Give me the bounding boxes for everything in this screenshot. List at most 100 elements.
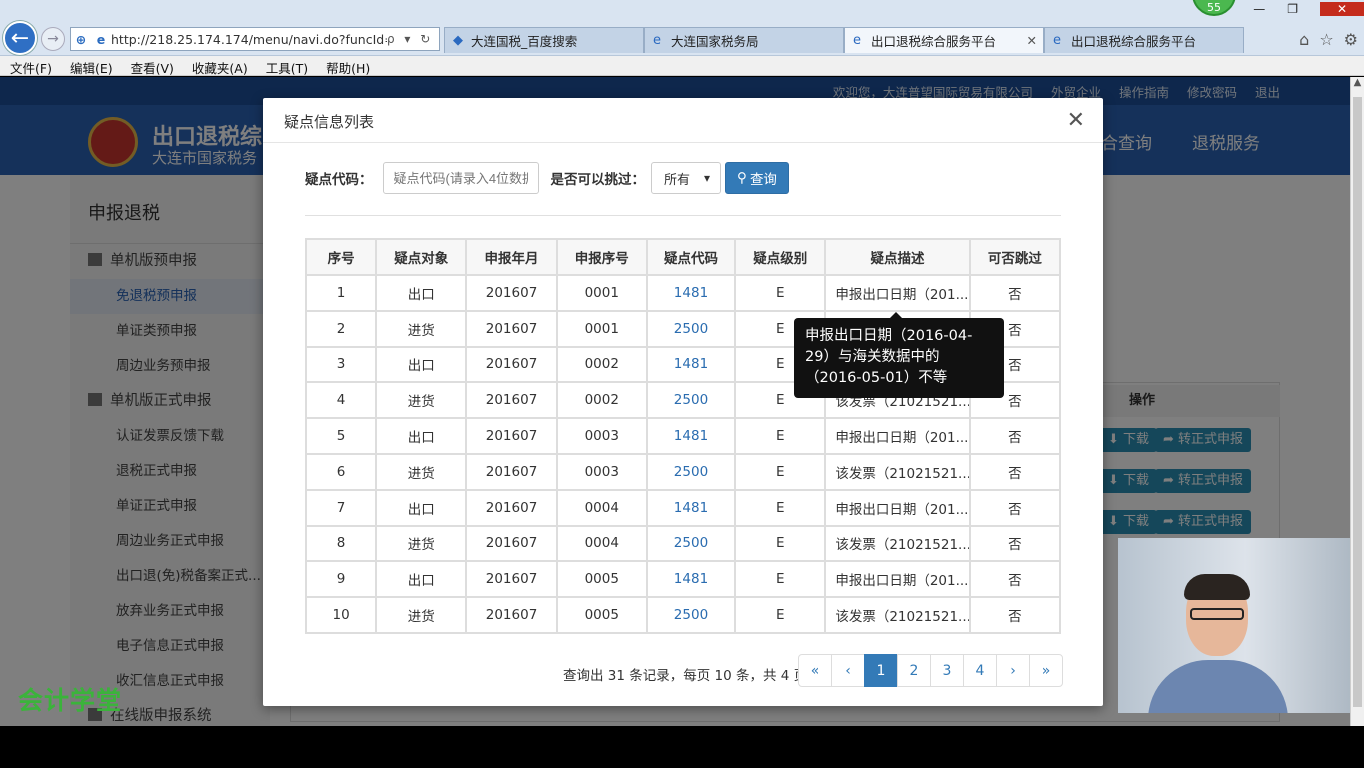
favorites-star-icon[interactable]: ☆ xyxy=(1319,30,1333,49)
suspect-level: E xyxy=(734,452,827,491)
declare-seq: 0005 xyxy=(555,596,648,634)
row-index: 7 xyxy=(304,488,378,527)
query-button[interactable]: ⚲ 查询 xyxy=(725,162,789,194)
menu-tools[interactable]: 工具(T) xyxy=(256,56,316,76)
skip-select-value: 所有 xyxy=(664,172,691,188)
page-scrollbar[interactable]: ▲ xyxy=(1350,77,1364,726)
browser-menu-bar: 文件(F) 编辑(E) 查看(V) 收藏夹(A) 工具(T) 帮助(H) xyxy=(0,56,1364,76)
suspect-code-link[interactable]: 2500 xyxy=(645,452,737,491)
declare-seq: 0004 xyxy=(555,524,648,563)
column-header: 序号 xyxy=(304,238,378,276)
close-tab-icon[interactable]: ✕ xyxy=(1027,33,1037,48)
row-index: 9 xyxy=(304,560,378,599)
suspect-code-link[interactable]: 2500 xyxy=(645,596,737,634)
suspect-code-link[interactable]: 1481 xyxy=(645,345,737,384)
can-skip: 否 xyxy=(968,417,1062,455)
suspect-description[interactable]: 申报出口日期（201... xyxy=(824,274,971,312)
back-button[interactable]: ← xyxy=(3,21,37,55)
tab-dalian-tax[interactable]: e 大连国家税务局 xyxy=(644,27,844,53)
address-bar[interactable]: ⊕ e http://218.25.174.174/menu/navi.do?f… xyxy=(70,27,440,51)
suspect-code-link[interactable]: 1481 xyxy=(645,488,737,527)
declare-month: 201607 xyxy=(465,596,558,634)
suspect-object: 进货 xyxy=(375,524,468,563)
suspect-code-link[interactable]: 1481 xyxy=(645,274,737,312)
declare-month: 201607 xyxy=(465,274,558,312)
home-icon[interactable]: ⌂ xyxy=(1299,30,1309,49)
menu-edit[interactable]: 编辑(E) xyxy=(60,56,121,76)
pagination: «‹ 1 2 3 4 ›» xyxy=(798,654,1063,687)
suspect-object: 进货 xyxy=(375,452,468,491)
table-row: 6 进货 201607 0003 2500 E 该发票（21021521... 否 xyxy=(304,452,1062,491)
declare-seq: 0005 xyxy=(555,560,648,599)
can-skip: 否 xyxy=(968,452,1062,491)
page-button[interactable]: 3 xyxy=(930,654,964,687)
row-index: 8 xyxy=(304,524,378,563)
menu-view[interactable]: 查看(V) xyxy=(121,56,182,76)
suspect-info-modal: 疑点信息列表 ✕ 疑点代码： 是否可以挑过： 所有 ▾ ⚲ 查询 序号疑点对象申… xyxy=(263,98,1103,706)
suspect-object: 出口 xyxy=(375,417,468,455)
menu-help[interactable]: 帮助(H) xyxy=(316,56,378,76)
forward-button[interactable]: → xyxy=(41,27,65,51)
suspect-level: E xyxy=(734,560,827,599)
presenter-glasses xyxy=(1190,608,1244,620)
scroll-thumb[interactable] xyxy=(1353,97,1362,707)
column-header: 申报序号 xyxy=(555,238,648,276)
url-text[interactable]: http://218.25.174.174/menu/navi.do?funcI… xyxy=(111,32,387,47)
page-button[interactable]: › xyxy=(996,654,1030,687)
can-skip: 否 xyxy=(968,524,1062,563)
row-index: 4 xyxy=(304,381,378,420)
suspect-code-link[interactable]: 1481 xyxy=(645,417,737,455)
tab-refund-platform-active[interactable]: e 出口退税综合服务平台 ✕ xyxy=(844,27,1044,53)
column-header: 疑点对象 xyxy=(375,238,468,276)
can-skip: 否 xyxy=(968,560,1062,599)
restore-icon[interactable]: ❐ xyxy=(1287,2,1298,16)
settings-gear-icon[interactable]: ⚙ xyxy=(1344,30,1358,49)
modal-close-icon[interactable]: ✕ xyxy=(1067,108,1085,133)
suspect-description[interactable]: 申报出口日期（201... xyxy=(824,417,971,455)
menu-file[interactable]: 文件(F) xyxy=(0,56,60,76)
watermark-logo: 会计学堂 xyxy=(18,686,123,715)
minimize-icon[interactable]: — xyxy=(1253,2,1265,16)
suspect-description[interactable]: 该发票（21021521... xyxy=(824,452,971,491)
back-arrow-icon: ← xyxy=(10,25,30,51)
window-close-icon[interactable]: ✕ xyxy=(1320,2,1364,16)
suspect-description[interactable]: 申报出口日期（201... xyxy=(824,488,971,527)
site-shield-icon: ⊕ xyxy=(75,31,87,47)
page-button[interactable]: « xyxy=(798,654,832,687)
suspect-object: 出口 xyxy=(375,560,468,599)
page-button[interactable]: 2 xyxy=(897,654,931,687)
address-tools[interactable]: ρ ▾ ↻ xyxy=(387,32,439,46)
description-tooltip: 申报出口日期（2016-04-29）与海关数据中的（2016-05-01）不等 xyxy=(794,312,1004,398)
browser-toolbar: ← → ⊕ e http://218.25.174.174/menu/navi.… xyxy=(0,0,1364,56)
tab-baidu[interactable]: ◆ 大连国税_百度搜索 xyxy=(444,27,644,53)
chevron-down-icon: ▾ xyxy=(703,171,710,185)
tab-refund-platform[interactable]: e 出口退税综合服务平台 xyxy=(1044,27,1244,53)
suspect-level: E xyxy=(734,274,827,312)
page-button[interactable]: ‹ xyxy=(831,654,865,687)
suspect-code-link[interactable]: 2500 xyxy=(645,524,737,563)
declare-seq: 0003 xyxy=(555,417,648,455)
row-index: 3 xyxy=(304,345,378,384)
page-button[interactable]: » xyxy=(1029,654,1063,687)
presenter-hair xyxy=(1184,574,1250,600)
suspect-code-input[interactable] xyxy=(382,162,539,194)
suspect-description[interactable]: 该发票（21021521... xyxy=(824,596,971,634)
menu-favorites[interactable]: 收藏夹(A) xyxy=(182,56,256,76)
column-header: 可否跳过 xyxy=(968,238,1062,276)
suspect-code-link[interactable]: 1481 xyxy=(645,560,737,599)
notification-badge[interactable]: 55 xyxy=(1192,0,1236,16)
table-row: 7 出口 201607 0004 1481 E 申报出口日期（201... 否 xyxy=(304,488,1062,527)
page-button[interactable]: 4 xyxy=(963,654,997,687)
scroll-up-icon[interactable]: ▲ xyxy=(1351,77,1364,95)
tooltip-arrow xyxy=(890,312,902,318)
suspect-description[interactable]: 申报出口日期（201... xyxy=(824,560,971,599)
letterbox-bar xyxy=(0,726,1364,768)
tab-label: 大连国家税务局 xyxy=(671,34,759,49)
declare-seq: 0001 xyxy=(555,309,648,348)
skip-select[interactable]: 所有 ▾ xyxy=(651,162,721,194)
page-button[interactable]: 1 xyxy=(864,654,898,687)
suspect-code-link[interactable]: 2500 xyxy=(645,381,737,420)
suspect-code-link[interactable]: 2500 xyxy=(645,309,737,348)
suspect-description[interactable]: 该发票（21021521... xyxy=(824,524,971,563)
declare-month: 201607 xyxy=(465,309,558,348)
